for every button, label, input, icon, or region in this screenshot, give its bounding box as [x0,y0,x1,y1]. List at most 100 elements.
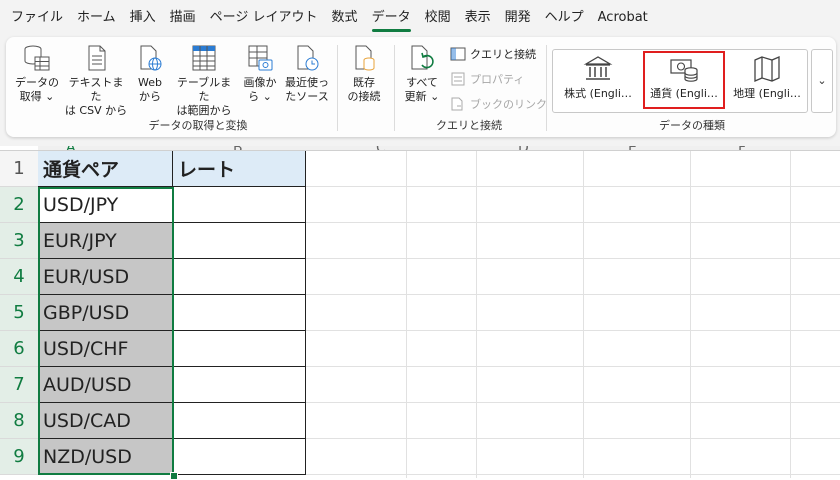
gridline-horizontal [306,402,840,403]
from-picture-label: 画像か ら ⌄ [243,76,277,103]
group-label-get-transform: データの取得と変換 [148,119,248,132]
existing-connections-button[interactable]: 既存 の接続 [342,43,386,104]
table-icon [192,45,216,71]
cell-b9-rate[interactable] [173,439,306,475]
cell-b3-rate[interactable] [173,223,306,259]
gridline-horizontal [306,222,840,223]
row-header-6[interactable]: 6 [0,331,38,367]
from-text-csv-button[interactable]: テキストまた は CSV から [64,43,128,118]
menu-formulas[interactable]: 数式 [325,0,365,36]
geography-data-type-button[interactable]: 地理 (Engli… [726,51,808,109]
cell-a7-pair[interactable]: AUD/USD [38,367,173,403]
cell-b4-rate[interactable] [173,259,306,295]
cell-b6-rate[interactable] [173,331,306,367]
currencies-label: 通貨 (Engli… [650,87,718,100]
row-header-1[interactable]: 1 [0,151,38,187]
gridline-vertical [406,151,407,478]
gridline-vertical [690,151,691,478]
from-table-button[interactable]: テーブルまた は範囲から [172,43,236,118]
edit-links-label: ブックのリンク [470,98,547,111]
existing-connection-icon [355,45,375,71]
cell-a1-header-currency-pair[interactable]: 通貨ペア [38,151,173,187]
geography-label: 地理 (Engli… [733,87,801,100]
gridline-vertical [790,151,791,478]
menu-acrobat[interactable]: Acrobat [591,0,655,36]
refresh-file-icon [411,45,434,70]
cell-b1-header-rate[interactable]: レート [173,151,306,187]
recent-file-clock-icon [297,45,319,71]
picture-table-icon [248,45,273,71]
links-icon [451,97,463,111]
group-separator [394,45,395,131]
group-label-queries: クエリと接続 [436,119,502,132]
row-header-5[interactable]: 5 [0,295,38,331]
bank-icon [583,56,613,80]
menu-home[interactable]: ホーム [70,0,123,36]
queries-connections-button[interactable]: クエリと接続 [450,44,536,64]
gridline-horizontal [306,186,840,187]
from-text-csv-label: テキストまた は CSV から [64,76,128,117]
currencies-data-type-button[interactable]: 通貨 (Engli… [643,51,725,109]
row-header-8[interactable]: 8 [0,403,38,439]
fill-handle[interactable] [170,472,178,480]
cell-a3-pair[interactable]: EUR/JPY [38,223,173,259]
menu-insert[interactable]: 挿入 [123,0,163,36]
menu-developer[interactable]: 開発 [498,0,538,36]
data-types-more-button[interactable]: ⌄ [811,49,833,113]
get-data-label: データの 取得 ⌄ [15,76,59,103]
gridline-horizontal [306,294,840,295]
cell-a6-pair[interactable]: USD/CHF [38,331,173,367]
menu-review[interactable]: 校閲 [418,0,458,36]
cell-a2-pair[interactable]: USD/JPY [38,187,173,223]
stocks-label: 株式 (Engli… [564,87,632,100]
ribbon: データの 取得 ⌄ テキストまた は CSV から Web から テーブルまた … [6,37,836,137]
group-queries-connections: すべて 更新 ⌄ クエリと接続 プロパティ ブックのリンク クエリと接続 [396,37,547,137]
properties-button[interactable]: プロパティ [450,69,524,89]
row-header-2[interactable]: 2 [0,187,38,223]
queries-icon [450,47,466,61]
cell-b8-rate[interactable] [173,403,306,439]
properties-label: プロパティ [470,73,525,86]
row-header-3[interactable]: 3 [0,223,38,259]
currency-icon [670,59,698,82]
gridline-horizontal [306,366,840,367]
group-label-data-types: データの種類 [659,119,725,132]
gridline-horizontal [306,330,840,331]
group-get-transform: データの 取得 ⌄ テキストまた は CSV から Web から テーブルまた … [6,37,390,137]
group-separator [546,45,547,131]
from-table-label: テーブルまた は範囲から [176,76,232,117]
menu-data[interactable]: データ [365,0,418,36]
edit-links-button[interactable]: ブックのリンク [450,94,547,114]
menu-view[interactable]: 表示 [458,0,498,36]
cell-a4-pair[interactable]: EUR/USD [38,259,173,295]
cell-b2-rate[interactable] [173,187,306,223]
gridline-vertical [476,151,477,478]
row-header-7[interactable]: 7 [0,367,38,403]
cell-a5-pair[interactable]: GBP/USD [38,295,173,331]
queries-connections-label: クエリと接続 [470,48,536,61]
cell-b5-rate[interactable] [173,295,306,331]
get-data-button[interactable]: データの 取得 ⌄ [12,43,62,104]
recent-sources-button[interactable]: 最近使っ たソース [282,43,332,104]
gridline-horizontal [306,258,840,259]
menu-file[interactable]: ファイル [4,0,70,36]
cell-a9-pair[interactable]: NZD/USD [38,439,173,475]
row-header-4[interactable]: 4 [0,259,38,295]
refresh-all-button[interactable]: すべて 更新 ⌄ [402,43,442,104]
menu-help[interactable]: ヘルプ [538,0,591,36]
menu-bar: ファイル ホーム 挿入 描画 ページ レイアウト 数式 データ 校閲 表示 開発… [0,0,840,36]
row-header-9[interactable]: 9 [0,439,38,475]
from-web-button[interactable]: Web から [130,43,170,104]
stocks-data-type-button[interactable]: 株式 (Engli… [557,51,639,109]
existing-connections-label: 既存 の接続 [347,76,381,103]
from-picture-button[interactable]: 画像か ら ⌄ [238,43,282,104]
menu-draw[interactable]: 描画 [163,0,203,36]
menu-page-layout[interactable]: ページ レイアウト [203,0,325,36]
recent-sources-label: 最近使っ たソース [285,76,329,103]
cell-b7-rate[interactable] [173,367,306,403]
map-icon [754,56,780,82]
gridline-horizontal [306,474,840,475]
cell-a8-pair[interactable]: USD/CAD [38,403,173,439]
properties-icon [451,72,465,86]
text-file-icon [88,45,106,71]
